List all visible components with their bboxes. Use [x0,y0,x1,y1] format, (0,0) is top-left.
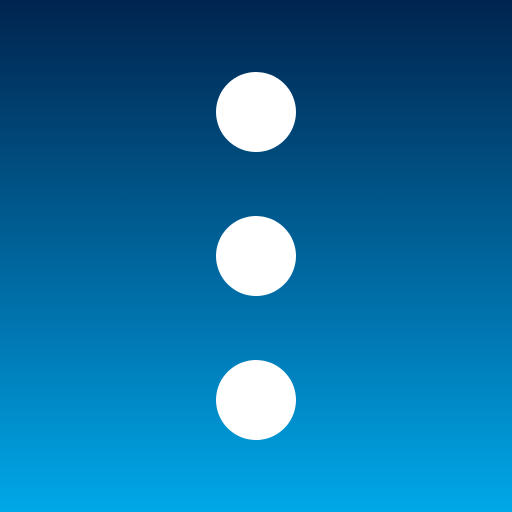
menu-dot-bottom [216,360,296,440]
more-vertical-icon[interactable] [0,0,512,512]
menu-dot-top [216,72,296,152]
menu-dot-middle [216,216,296,296]
